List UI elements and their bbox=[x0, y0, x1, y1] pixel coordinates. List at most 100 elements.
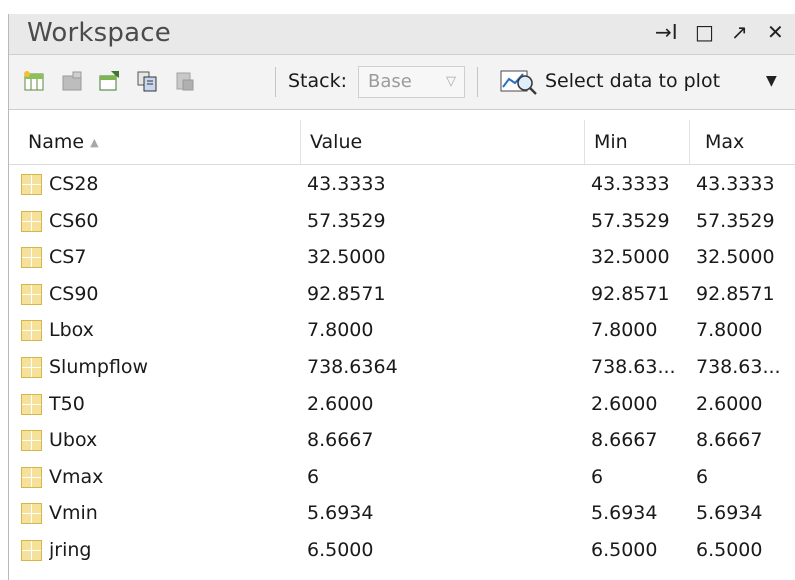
toolbar: Stack: Base ▽ Select data to plot ▼ bbox=[9, 55, 795, 110]
toolbar-separator bbox=[275, 67, 276, 97]
variable-value: 92.8571 bbox=[307, 282, 386, 305]
workspace-panel: Workspace →I □ ↗ ✕ Stack: Base ▽ Select … bbox=[8, 14, 795, 580]
table-row[interactable]: T50 2.6000 2.6000 2.6000 bbox=[9, 386, 795, 423]
sort-ascending-icon: ▲ bbox=[90, 136, 99, 149]
column-header-min-label: Min bbox=[594, 131, 628, 153]
variable-icon bbox=[21, 466, 42, 488]
table-row[interactable]: Vmax 6 6 6 bbox=[9, 459, 795, 496]
delete-icon[interactable] bbox=[172, 69, 196, 93]
variable-max: 2.6000 bbox=[696, 392, 763, 415]
column-header-min[interactable]: Min bbox=[585, 120, 690, 164]
variable-icon bbox=[21, 320, 42, 342]
table-row[interactable]: Slumpflow 738.6364 738.63... 738.63... bbox=[9, 349, 795, 386]
variable-name: T50 bbox=[49, 392, 85, 415]
stack-label: Stack: bbox=[288, 70, 348, 92]
variable-min: 57.3529 bbox=[591, 209, 670, 232]
variable-min: 5.6934 bbox=[591, 502, 658, 525]
variable-min: 2.6000 bbox=[591, 392, 658, 415]
panel-title: Workspace bbox=[27, 18, 171, 48]
table-row[interactable]: CS7 32.5000 32.5000 32.5000 bbox=[9, 239, 795, 276]
variable-name: Ubox bbox=[49, 429, 98, 452]
variable-value: 738.6364 bbox=[307, 355, 398, 378]
variable-max: 6.5000 bbox=[696, 538, 763, 561]
variable-value: 43.3333 bbox=[307, 173, 386, 195]
variable-value: 7.8000 bbox=[307, 319, 374, 342]
variable-name: Vmin bbox=[49, 502, 98, 525]
variable-max: 92.8571 bbox=[696, 282, 775, 305]
variable-max: 5.6934 bbox=[696, 502, 763, 525]
variable-icon bbox=[21, 247, 42, 269]
variable-value: 6 bbox=[307, 465, 320, 488]
variable-name: CS90 bbox=[49, 282, 99, 305]
column-header-max-label: Max bbox=[705, 131, 745, 153]
chevron-down-icon: ▽ bbox=[446, 74, 456, 89]
import-data-icon[interactable] bbox=[60, 69, 84, 93]
table-row[interactable]: Lbox 7.8000 7.8000 7.8000 bbox=[9, 312, 795, 349]
table-row[interactable]: CS90 92.8571 92.8571 92.8571 bbox=[9, 276, 795, 313]
variable-icon bbox=[21, 430, 42, 452]
variable-value: 6.5000 bbox=[307, 538, 374, 561]
variable-max: 32.5000 bbox=[696, 246, 775, 269]
variable-min: 6 bbox=[591, 465, 604, 488]
variable-min: 6.5000 bbox=[591, 538, 658, 561]
plot-selector-icon bbox=[500, 70, 537, 95]
variable-max: 738.63... bbox=[696, 355, 781, 378]
variable-min: 8.6667 bbox=[591, 429, 658, 452]
variable-icon bbox=[21, 174, 42, 195]
variable-name: CS7 bbox=[49, 246, 87, 269]
pin-icon[interactable]: →I bbox=[655, 20, 678, 44]
close-icon[interactable]: ✕ bbox=[767, 20, 784, 44]
dropdown-arrow-icon: ▼ bbox=[766, 73, 777, 89]
table-row[interactable]: Vmin 5.6934 5.6934 5.6934 bbox=[9, 495, 795, 532]
table-row[interactable]: Ubox 8.6667 8.6667 8.6667 bbox=[9, 422, 795, 459]
variable-name: jring bbox=[49, 538, 92, 561]
variable-value: 57.3529 bbox=[307, 209, 386, 232]
variable-value: 32.5000 bbox=[307, 246, 386, 269]
stack-dropdown[interactable]: Base ▽ bbox=[358, 66, 465, 98]
column-header-value[interactable]: Value bbox=[301, 120, 585, 164]
variable-icon bbox=[21, 210, 42, 232]
table-row[interactable]: CS28 43.3333 43.3333 43.3333 bbox=[9, 166, 795, 203]
variable-icon bbox=[21, 539, 42, 561]
variable-value: 8.6667 bbox=[307, 429, 374, 452]
column-header-name-label: Name bbox=[28, 131, 85, 153]
variable-min: 43.3333 bbox=[591, 173, 670, 195]
maximize-icon[interactable]: □ bbox=[695, 20, 714, 44]
variable-value: 5.6934 bbox=[307, 502, 374, 525]
toolbar-separator bbox=[477, 67, 478, 97]
table-header: Name ▲ Value Min Max bbox=[9, 120, 795, 165]
copy-icon[interactable] bbox=[135, 69, 159, 93]
variable-icon bbox=[21, 356, 42, 378]
variable-min: 32.5000 bbox=[591, 246, 670, 269]
variable-max: 6 bbox=[696, 465, 709, 488]
stack-value: Base bbox=[368, 71, 412, 92]
variable-name: CS60 bbox=[49, 209, 99, 232]
variables-table: CS28 43.3333 43.3333 43.3333 CS60 57.352… bbox=[9, 166, 795, 569]
table-row[interactable]: jring 6.5000 6.5000 6.5000 bbox=[9, 532, 795, 569]
variable-min: 92.8571 bbox=[591, 282, 670, 305]
undock-icon[interactable]: ↗ bbox=[731, 20, 748, 44]
variable-name: CS28 bbox=[49, 173, 99, 195]
variable-icon bbox=[21, 393, 42, 415]
plot-button-label: Select data to plot bbox=[545, 70, 721, 92]
save-workspace-icon[interactable] bbox=[97, 69, 121, 93]
variable-min: 7.8000 bbox=[591, 319, 658, 342]
select-data-to-plot-button[interactable]: Select data to plot ▼ bbox=[489, 63, 795, 101]
variable-name: Vmax bbox=[49, 465, 104, 488]
variable-max: 7.8000 bbox=[696, 319, 763, 342]
table-row[interactable]: CS60 57.3529 57.3529 57.3529 bbox=[9, 203, 795, 240]
variable-max: 43.3333 bbox=[696, 173, 775, 195]
variable-name: Lbox bbox=[49, 319, 94, 342]
variable-max: 8.6667 bbox=[696, 429, 763, 452]
variable-value: 2.6000 bbox=[307, 392, 374, 415]
column-header-value-label: Value bbox=[310, 131, 363, 153]
column-header-max[interactable]: Max bbox=[690, 120, 795, 164]
column-header-name[interactable]: Name ▲ bbox=[9, 120, 301, 164]
title-bar: Workspace →I □ ↗ ✕ bbox=[9, 14, 795, 55]
new-variable-icon[interactable] bbox=[22, 69, 46, 93]
variable-icon bbox=[21, 503, 42, 525]
variable-max: 57.3529 bbox=[696, 209, 775, 232]
variable-icon bbox=[21, 283, 42, 305]
variable-name: Slumpflow bbox=[49, 355, 149, 378]
variable-min: 738.63... bbox=[591, 355, 676, 378]
